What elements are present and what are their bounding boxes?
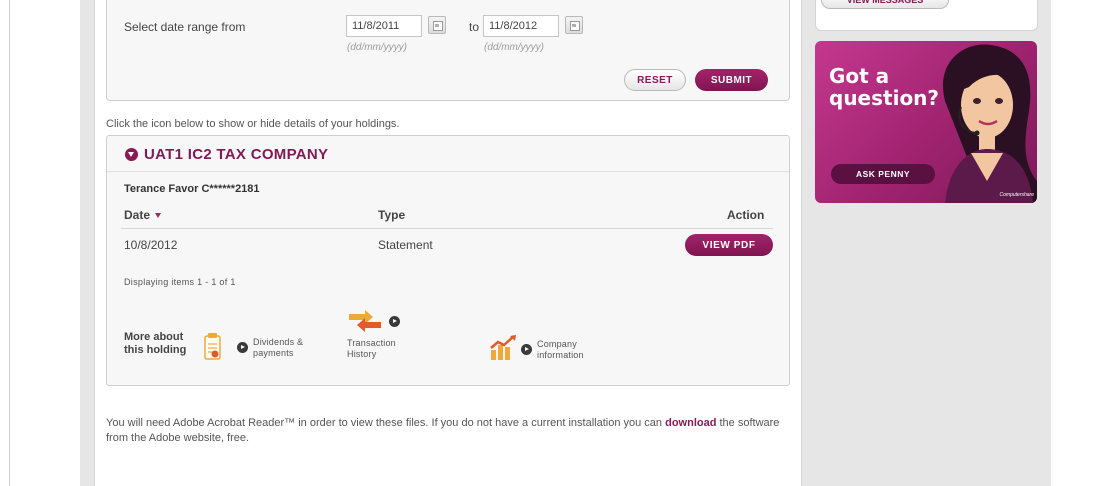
date-filter-panel: Select date range from to (dd/mm/yyyy) (… <box>106 0 790 101</box>
dividends-label-line1: Dividends & <box>253 337 304 347</box>
from-calendar-icon[interactable] <box>428 16 446 34</box>
ask-penny-banner[interactable]: Got a question? ASK PENNY Computershare <box>815 41 1037 203</box>
holder-name: Terance Favor C******2181 <box>124 183 260 195</box>
from-format-hint: (dd/mm/yyyy) <box>347 42 407 53</box>
note-text-before: You will need Adobe Acrobat Reader™ in o… <box>106 417 666 429</box>
holding-panel: UAT1 IC2 TAX COMPANY Terance Favor C****… <box>106 135 790 386</box>
to-label: to <box>469 20 480 34</box>
submit-button[interactable]: SUBMIT <box>695 69 768 91</box>
penny-avatar-illustration <box>943 44 1037 203</box>
ask-penny-button[interactable]: ASK PENNY <box>831 164 935 184</box>
transaction-arrow-icon <box>389 316 400 327</box>
transaction-history-link[interactable]: Transaction History <box>345 304 435 366</box>
reset-button[interactable]: RESET <box>624 69 686 91</box>
acrobat-reader-note: You will need Adobe Acrobat Reader™ in o… <box>106 416 790 446</box>
messages-panel: VIEW MESSAGES <box>815 0 1038 31</box>
holdings-instructions: Click the icon below to show or hide det… <box>106 118 400 130</box>
bar-chart-icon <box>490 335 516 360</box>
action-column-header: Action <box>727 208 765 222</box>
download-link[interactable]: download <box>665 417 716 429</box>
transaction-label-line2: History <box>347 349 377 359</box>
banner-title: Got a question? <box>829 65 939 109</box>
exchange-arrows-icon <box>349 310 381 332</box>
dividends-label-line2: payments <box>253 348 294 358</box>
date-column-label: Date <box>124 208 151 222</box>
view-messages-button[interactable]: VIEW MESSAGES <box>821 0 949 9</box>
holding-header[interactable]: UAT1 IC2 TAX COMPANY <box>107 136 789 172</box>
date-column-header[interactable]: Date <box>124 208 162 222</box>
table-header-divider <box>121 228 773 229</box>
document-icon <box>204 333 221 360</box>
company-label-line1: Company <box>537 339 577 349</box>
type-column-header: Type <box>378 208 406 222</box>
company-name[interactable]: UAT1 IC2 TAX COMPANY <box>144 146 328 163</box>
to-calendar-icon[interactable] <box>565 16 583 34</box>
transaction-label-line1: Transaction <box>347 338 396 348</box>
brand-logo: Computershare <box>999 192 1034 198</box>
row-type-cell: Statement <box>378 238 433 252</box>
more-about-holding-label: More about this holding <box>124 331 187 356</box>
row-date-cell: 10/8/2012 <box>124 238 178 252</box>
to-format-hint: (dd/mm/yyyy) <box>484 42 544 53</box>
left-divider <box>9 0 10 486</box>
to-date-input[interactable] <box>483 15 559 37</box>
from-date-input[interactable] <box>346 15 422 37</box>
collapse-toggle-icon[interactable] <box>125 148 138 161</box>
dividends-payments-link[interactable]: Dividends & payments <box>203 330 333 370</box>
company-label-line2: information <box>537 350 584 360</box>
banner-title-line1: Got a <box>829 64 890 88</box>
company-information-link[interactable]: Company information <box>489 332 619 372</box>
sort-down-icon <box>155 213 162 219</box>
date-range-label: Select date range from <box>124 20 246 34</box>
display-count: Displaying items 1 - 1 of 1 <box>124 277 236 287</box>
company-arrow-icon <box>521 344 532 355</box>
view-pdf-button[interactable]: VIEW PDF <box>685 234 773 256</box>
banner-title-line2: question? <box>829 86 940 110</box>
dividends-arrow-icon <box>237 342 248 353</box>
